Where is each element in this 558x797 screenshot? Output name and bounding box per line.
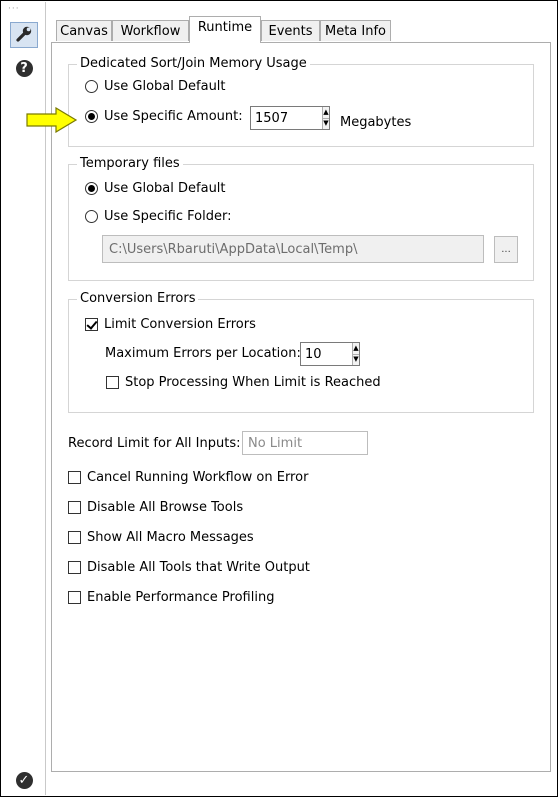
disable-browse-tools-option[interactable]: Disable All Browse Tools xyxy=(68,500,243,515)
option-label: Disable All Tools that Write Output xyxy=(87,560,310,575)
record-limit-input[interactable] xyxy=(243,432,367,454)
disable-write-output-option[interactable]: Disable All Tools that Write Output xyxy=(68,560,310,575)
option-label: Limit Conversion Errors xyxy=(104,317,256,332)
apply-button[interactable]: ✓ xyxy=(10,767,38,793)
disable-write-output-checkbox[interactable] xyxy=(68,561,81,574)
conversion-errors-group: Conversion Errors Limit Conversion Error… xyxy=(68,291,534,413)
temporary-files-group: Temporary files Use Global Default Use S… xyxy=(68,156,534,281)
wrench-icon xyxy=(15,25,33,46)
cancel-on-error-option[interactable]: Cancel Running Workflow on Error xyxy=(68,470,308,485)
tab-meta-info[interactable]: Meta Info xyxy=(320,20,391,41)
option-label: Use Specific Amount: xyxy=(104,109,243,124)
stepper-buttons: ▲ ▼ xyxy=(352,343,359,365)
record-limit-field[interactable] xyxy=(242,431,368,455)
max-errors-label: Maximum Errors per Location: xyxy=(105,346,301,361)
help-icon: ? xyxy=(15,59,33,77)
disable-browse-tools-checkbox[interactable] xyxy=(68,501,81,514)
record-limit-label: Record Limit for All Inputs: xyxy=(68,436,241,451)
temp-folder-path-field[interactable] xyxy=(102,235,484,263)
group-title: Temporary files xyxy=(77,156,183,172)
runtime-panel: Dedicated Sort/Join Memory Usage Use Glo… xyxy=(51,42,551,772)
memory-amount-input[interactable] xyxy=(251,107,322,129)
option-label: Cancel Running Workflow on Error xyxy=(87,470,309,485)
highlight-arrow-icon xyxy=(26,107,78,133)
limit-conversion-errors-option[interactable]: Limit Conversion Errors xyxy=(85,317,256,332)
performance-profiling-checkbox[interactable] xyxy=(68,591,81,604)
cancel-on-error-checkbox[interactable] xyxy=(68,471,81,484)
stepper-up-button[interactable]: ▲ xyxy=(323,107,329,119)
tab-runtime[interactable]: Runtime xyxy=(189,16,261,43)
group-title: Dedicated Sort/Join Memory Usage xyxy=(77,56,310,72)
wrench-button[interactable] xyxy=(10,22,38,48)
group-title: Conversion Errors xyxy=(77,291,199,307)
max-errors-stepper[interactable]: ▲ ▼ xyxy=(300,342,360,366)
help-button[interactable]: ? xyxy=(10,55,38,81)
stepper-down-button[interactable]: ▼ xyxy=(323,118,329,129)
show-macro-messages-checkbox[interactable] xyxy=(68,531,81,544)
option-label: Use Specific Folder: xyxy=(104,209,232,224)
option-label: Stop Processing When Limit is Reached xyxy=(125,375,381,390)
sort-join-memory-group: Dedicated Sort/Join Memory Usage Use Glo… xyxy=(68,56,534,147)
memory-amount-stepper[interactable]: ▲ ▼ xyxy=(250,106,330,130)
temp-specific-folder-radio[interactable] xyxy=(85,210,98,223)
stepper-down-button[interactable]: ▼ xyxy=(353,354,359,365)
memory-global-default-radio[interactable] xyxy=(85,80,98,93)
stepper-up-button[interactable]: ▲ xyxy=(353,343,359,355)
tab-workflow[interactable]: Workflow xyxy=(112,20,189,41)
option-label: Enable Performance Profiling xyxy=(87,590,275,605)
stop-processing-option[interactable]: Stop Processing When Limit is Reached xyxy=(106,375,381,390)
memory-unit-label: Megabytes xyxy=(340,115,412,130)
tab-canvas[interactable]: Canvas xyxy=(56,20,112,41)
memory-specific-amount-option[interactable]: Use Specific Amount: xyxy=(85,109,243,124)
memory-global-default-option[interactable]: Use Global Default xyxy=(85,79,226,94)
limit-conversion-errors-checkbox[interactable] xyxy=(85,318,98,331)
option-label: Show All Macro Messages xyxy=(87,530,254,545)
temp-global-default-radio[interactable] xyxy=(85,182,98,195)
performance-profiling-option[interactable]: Enable Performance Profiling xyxy=(68,590,274,605)
memory-specific-amount-radio[interactable] xyxy=(85,110,98,123)
stop-processing-checkbox[interactable] xyxy=(106,376,119,389)
max-errors-input[interactable] xyxy=(301,343,352,365)
option-label: Use Global Default xyxy=(104,79,226,94)
check-icon: ✓ xyxy=(15,771,33,789)
configuration-window: ··· ? ✓ Canvas Workflow Runtime Events M… xyxy=(0,0,558,797)
option-label: Use Global Default xyxy=(104,181,226,196)
tab-events[interactable]: Events xyxy=(261,20,320,41)
browse-folder-button[interactable]: ... xyxy=(494,236,518,263)
show-macro-messages-option[interactable]: Show All Macro Messages xyxy=(68,530,254,545)
temp-global-default-option[interactable]: Use Global Default xyxy=(85,181,226,196)
stepper-buttons: ▲ ▼ xyxy=(322,107,329,129)
temp-folder-path-input[interactable] xyxy=(103,236,483,262)
temp-specific-folder-option[interactable]: Use Specific Folder: xyxy=(85,209,231,224)
grip-handle[interactable]: ··· xyxy=(8,5,20,14)
option-label: Disable All Browse Tools xyxy=(87,500,244,515)
